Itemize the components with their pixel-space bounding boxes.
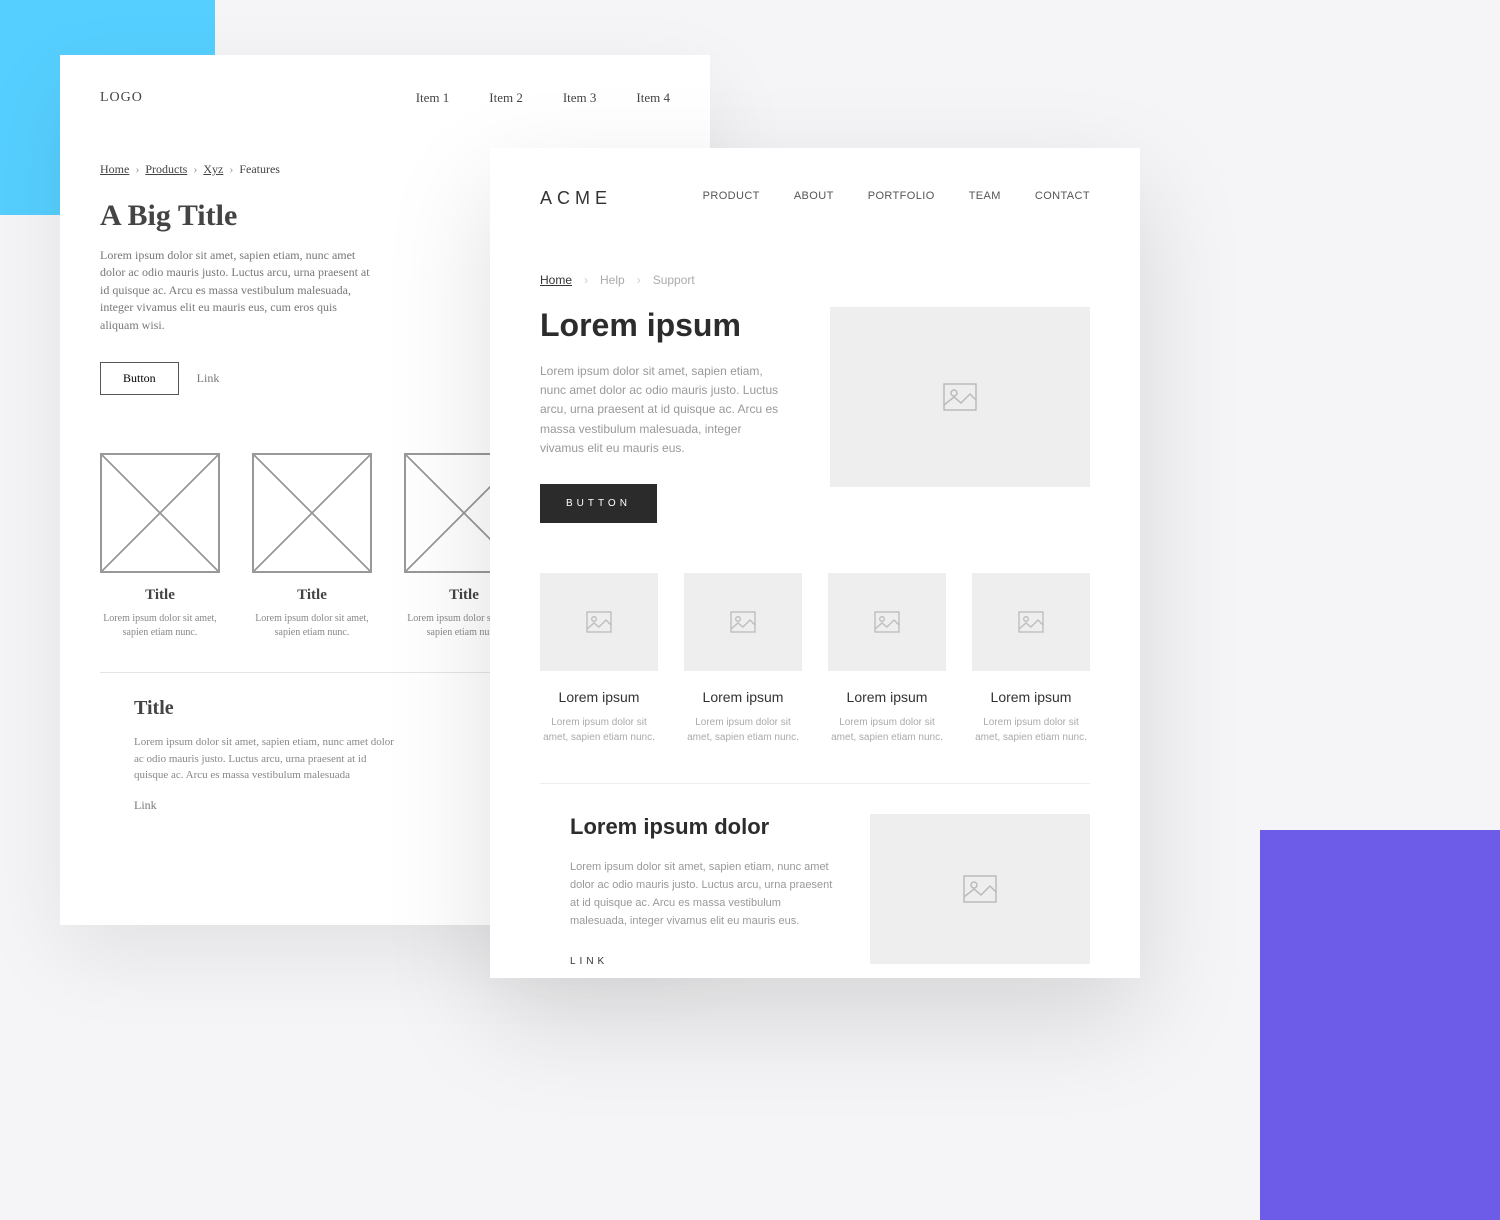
wire-card-1-body: Lorem ipsum dolor sit amet, sapien etiam…	[100, 612, 220, 640]
real-card-4-title: Lorem ipsum	[972, 689, 1090, 705]
real-card-3-title: Lorem ipsum	[828, 689, 946, 705]
chevron-right-icon	[584, 273, 588, 287]
real-breadcrumb: Home Help Support	[540, 273, 1090, 287]
wire-hero-link[interactable]: Link	[197, 371, 220, 386]
wire-crumb-products[interactable]: Products	[145, 162, 187, 177]
image-placeholder-icon	[252, 453, 372, 573]
real-card-1-body: Lorem ipsum dolor sit amet, sapien etiam…	[540, 715, 658, 745]
wire-card-2-body: Lorem ipsum dolor sit amet, sapien etiam…	[252, 612, 372, 640]
image-placeholder-icon	[684, 573, 802, 671]
real-section-title: Lorem ipsum dolor	[570, 814, 834, 840]
image-placeholder-icon	[830, 307, 1090, 487]
real-card-1-title: Lorem ipsum	[540, 689, 658, 705]
wire-crumb-xyz[interactable]: Xyz	[203, 162, 223, 177]
real-nav-contact[interactable]: CONTACT	[1035, 190, 1090, 202]
real-hero-title: Lorem ipsum	[540, 307, 788, 344]
realistic-card: ACME PRODUCT ABOUT PORTFOLIO TEAM CONTAC…	[490, 148, 1140, 978]
wire-nav: Item 1 Item 2 Item 3 Item 4	[416, 90, 670, 106]
real-section-body: Lorem ipsum dolor sit amet, sapien etiam…	[570, 858, 834, 931]
chevron-right-icon	[193, 162, 197, 177]
wire-section-body: Lorem ipsum dolor sit amet, sapien etiam…	[134, 734, 394, 784]
real-nav: PRODUCT ABOUT PORTFOLIO TEAM CONTACT	[703, 190, 1090, 202]
wire-nav-item-4[interactable]: Item 4	[636, 90, 670, 106]
real-nav-about[interactable]: ABOUT	[794, 190, 834, 202]
wire-nav-item-2[interactable]: Item 2	[489, 90, 523, 106]
real-card-3-body: Lorem ipsum dolor sit amet, sapien etiam…	[828, 715, 946, 745]
real-hero-body: Lorem ipsum dolor sit amet, sapien etiam…	[540, 362, 788, 458]
image-placeholder-icon	[100, 453, 220, 573]
real-nav-product[interactable]: PRODUCT	[703, 190, 760, 202]
chevron-right-icon	[229, 162, 233, 177]
real-card-2-title: Lorem ipsum	[684, 689, 802, 705]
wire-crumb-current: Features	[239, 162, 280, 177]
chevron-right-icon	[135, 162, 139, 177]
wire-hero-body: Lorem ipsum dolor sit amet, sapien etiam…	[100, 247, 370, 334]
wire-card-1-title: Title	[100, 587, 220, 604]
chevron-right-icon	[637, 273, 641, 287]
image-placeholder-icon	[828, 573, 946, 671]
real-divider	[540, 783, 1090, 784]
real-nav-portfolio[interactable]: PORTFOLIO	[868, 190, 935, 202]
accent-square-purple	[1260, 830, 1500, 1220]
wire-hero-button[interactable]: Button	[100, 362, 179, 395]
wire-card-2-title: Title	[252, 587, 372, 604]
real-crumb-current: Support	[653, 273, 695, 287]
real-nav-team[interactable]: TEAM	[969, 190, 1001, 202]
real-card-4-body: Lorem ipsum dolor sit amet, sapien etiam…	[972, 715, 1090, 745]
wire-hero-title: A Big Title	[100, 199, 487, 233]
wire-nav-item-3[interactable]: Item 3	[563, 90, 597, 106]
wire-nav-item-1[interactable]: Item 1	[416, 90, 450, 106]
image-placeholder-icon	[540, 573, 658, 671]
real-hero-button[interactable]: BUTTON	[540, 484, 657, 523]
wire-crumb-home[interactable]: Home	[100, 162, 129, 177]
wire-section-link[interactable]: Link	[134, 798, 157, 812]
image-placeholder-icon	[972, 573, 1090, 671]
real-crumb-help[interactable]: Help	[600, 273, 625, 287]
real-section-link[interactable]: LINK	[570, 956, 608, 967]
image-placeholder-icon	[870, 814, 1090, 964]
real-card-2-body: Lorem ipsum dolor sit amet, sapien etiam…	[684, 715, 802, 745]
wire-section-title: Title	[134, 697, 497, 720]
real-crumb-home[interactable]: Home	[540, 273, 572, 287]
